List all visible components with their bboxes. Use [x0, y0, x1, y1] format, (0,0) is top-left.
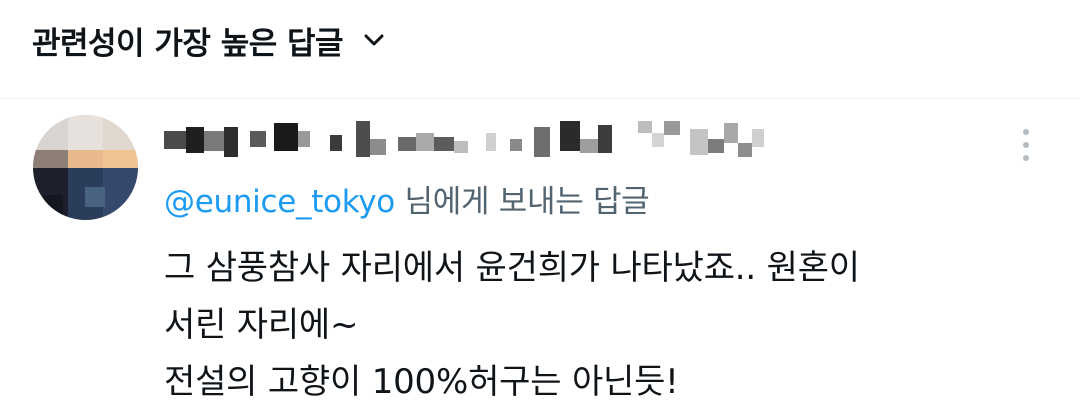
reply-sort-dropdown[interactable]: 관련성이 가장 높은 답글: [32, 14, 387, 66]
reply-sort-label: 관련성이 가장 높은 답글: [32, 25, 344, 62]
author-name-redacted[interactable]: [164, 117, 784, 169]
avatar[interactable]: [33, 115, 138, 220]
tweet-text-line: 전설의 고향이 100%허구는 아닌듯!: [164, 362, 679, 402]
chevron-down-icon: [361, 27, 387, 53]
more-vertical-icon: [1022, 127, 1030, 167]
tweet-text-line: 그 삼풍참사 자리에서 윤건희가 나타났죠.. 원혼이: [164, 248, 860, 288]
tweet-text: 그 삼풍참사 자리에서 윤건희가 나타났죠.. 원혼이 서린 자리에~ 전설의 …: [164, 240, 1044, 411]
reply-tweet[interactable]: @eunice_tokyo 님에게 보내는 답글 그 삼풍참사 자리에서 윤건희…: [0, 99, 1080, 419]
replying-to-line: @eunice_tokyo 님에게 보내는 답글: [164, 181, 650, 223]
tweet-text-line: 서린 자리에~: [164, 305, 359, 345]
mention-link[interactable]: @eunice_tokyo: [164, 184, 395, 220]
replying-to-suffix: 님에게 보내는 답글: [394, 184, 650, 220]
more-options-button[interactable]: [1008, 125, 1044, 169]
